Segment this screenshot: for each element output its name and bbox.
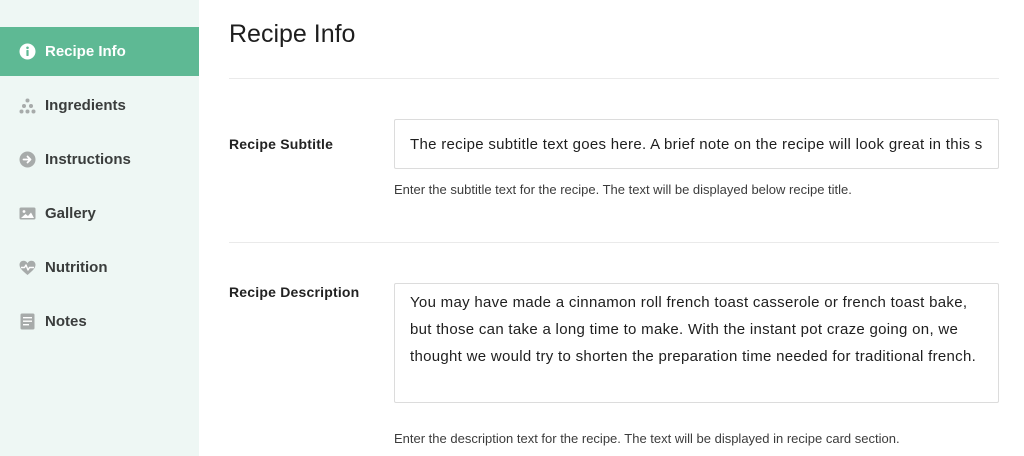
sidebar-item-instructions[interactable]: Instructions [0,135,199,184]
page-title: Recipe Info [229,20,356,48]
sidebar-item-label: Recipe Info [45,43,126,60]
sidebar-item-notes[interactable]: Notes [0,297,199,346]
notes-icon [18,313,36,331]
sidebar: Recipe Info Ingredients Instructions Gal… [0,0,199,456]
info-icon [18,43,36,61]
recipe-description-help: Enter the description text for the recip… [394,431,900,446]
recipe-description-label: Recipe Description [229,284,360,300]
arrow-right-circle-icon [18,151,36,169]
gallery-icon [18,205,36,223]
heart-pulse-icon [18,259,36,277]
sidebar-item-nutrition[interactable]: Nutrition [0,243,199,292]
recipe-editor: Recipe Info Ingredients Instructions Gal… [0,0,1024,456]
recipe-description-textarea[interactable]: You may have made a cinnamon roll french… [394,283,999,403]
recipe-subtitle-help: Enter the subtitle text for the recipe. … [394,182,852,197]
divider [229,242,999,243]
ingredients-icon [18,97,36,115]
divider [229,78,999,79]
sidebar-item-ingredients[interactable]: Ingredients [0,81,199,130]
sidebar-item-label: Notes [45,313,87,330]
main-panel: Recipe Info Recipe Subtitle Enter the su… [229,0,999,456]
sidebar-item-label: Instructions [45,151,131,168]
recipe-subtitle-input[interactable] [394,119,999,169]
sidebar-item-label: Ingredients [45,97,126,114]
sidebar-item-label: Nutrition [45,259,108,276]
sidebar-item-recipe-info[interactable]: Recipe Info [0,27,199,76]
recipe-subtitle-label: Recipe Subtitle [229,136,334,152]
sidebar-item-gallery[interactable]: Gallery [0,189,199,238]
sidebar-item-label: Gallery [45,205,96,222]
